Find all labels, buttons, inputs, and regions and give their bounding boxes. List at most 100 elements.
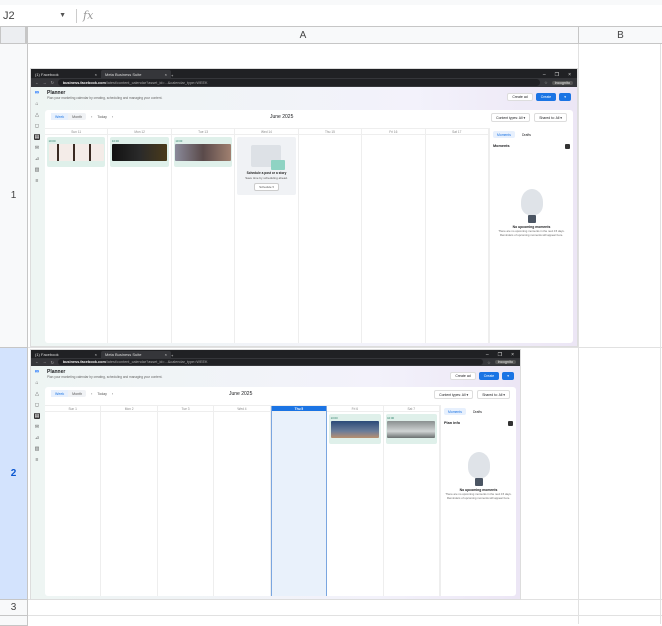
row-header-2[interactable]: 2 <box>0 348 28 600</box>
calendar-icon[interactable] <box>565 144 570 150</box>
browser-tab[interactable]: (1) Facebook × <box>31 351 101 358</box>
day-label: Mon 12 <box>108 129 171 136</box>
day-label: Fri 16 <box>362 129 425 136</box>
inbox-icon[interactable]: ✉ <box>35 145 39 151</box>
browser-tab-bar: (1) Facebook × Meta Business Suite × + – ❐ × <box>31 69 577 79</box>
row-header-4[interactable] <box>0 616 28 626</box>
chevron-down-icon[interactable]: ▼ <box>59 12 66 19</box>
content-type-filter[interactable]: Content types: All ▾ <box>491 113 531 123</box>
shared-to-filter[interactable]: Shared to: All ▾ <box>534 113 567 123</box>
posts-icon[interactable]: ◻ <box>35 402 39 408</box>
planner-icon[interactable]: ▤ <box>33 413 41 420</box>
next-icon[interactable]: › <box>112 392 113 396</box>
ads-icon[interactable]: ⊿ <box>35 156 39 162</box>
column-header-b[interactable]: B <box>578 26 662 44</box>
post-time: 10:00 <box>111 138 119 143</box>
menu-icon[interactable]: ≡ <box>36 178 39 184</box>
incognito-badge: Incognito <box>494 360 516 365</box>
tab-drafts[interactable]: Drafts <box>469 408 486 415</box>
create-button[interactable]: Create <box>535 93 557 101</box>
scheduled-post[interactable]: 10:00 <box>385 414 437 445</box>
reload-icon[interactable]: ↻ <box>51 360 54 365</box>
planner-icon[interactable]: ▤ <box>33 134 41 140</box>
calendar-icon[interactable] <box>508 421 513 427</box>
home-icon[interactable]: ⌂ <box>35 380 38 386</box>
ads-icon[interactable]: ⊿ <box>35 435 39 441</box>
insights-icon[interactable]: ▥ <box>35 167 40 173</box>
row-header-1[interactable]: 1 <box>0 44 28 348</box>
inbox-icon[interactable]: ✉ <box>35 424 39 430</box>
scheduled-post[interactable]: 10:00 <box>110 137 169 168</box>
forward-icon[interactable]: → <box>43 81 47 85</box>
embedded-screenshot-2[interactable]: (1) Facebook × Meta Business Suite × + – ❐ ×… <box>30 349 521 600</box>
tab-moments[interactable]: Moments <box>444 408 466 416</box>
back-icon[interactable]: ← <box>35 81 39 85</box>
url-field[interactable]: business.facebook.com/latest/content_cal… <box>57 359 484 366</box>
week-grid: Sun 11 10:00 Mon 12 10:00 Tue 13 10:00 W… <box>45 128 489 343</box>
select-all-corner[interactable] <box>0 26 28 44</box>
back-icon[interactable]: ← <box>35 360 39 364</box>
fx-icon: fx <box>83 9 94 22</box>
create-ad-button[interactable]: Create ad <box>450 372 476 381</box>
today-button[interactable]: Today <box>97 392 107 396</box>
create-dropdown-icon[interactable]: ▾ <box>502 372 514 381</box>
insights-icon[interactable]: ▥ <box>35 446 40 452</box>
close-icon[interactable]: × <box>165 72 167 77</box>
browser-tab-active[interactable]: Meta Business Suite × <box>101 350 171 359</box>
schedule-button[interactable]: Schedule ▾ <box>254 183 279 192</box>
calendar-card: Week Month ‹ Today › June 2025 Content type… <box>45 110 573 343</box>
day-column: Thu 15 <box>298 129 363 343</box>
month-button[interactable]: Month <box>68 390 86 397</box>
create-button[interactable]: Create <box>478 372 500 381</box>
reload-icon[interactable]: ↻ <box>51 80 54 85</box>
empty-subtitle: Save time by scheduling ahead. <box>245 176 288 181</box>
tab-drafts[interactable]: Drafts <box>518 131 535 138</box>
create-dropdown-icon[interactable]: ▾ <box>559 93 571 101</box>
moments-panel: Moments Drafts Plan info No upcoming mome… <box>440 405 516 596</box>
column-header-a[interactable]: A <box>28 26 578 44</box>
star-icon[interactable]: ☆ <box>544 80 547 85</box>
post-thumbnail <box>111 143 168 161</box>
prev-icon[interactable]: ‹ <box>91 115 92 119</box>
forward-icon[interactable]: → <box>43 360 47 364</box>
scheduled-post[interactable]: 10:00 <box>173 137 233 168</box>
row-header-3[interactable]: 3 <box>0 600 28 616</box>
notifications-icon[interactable]: △ <box>35 112 39 118</box>
week-button[interactable]: Week <box>51 113 69 121</box>
day-column: Sat 7 10:00 <box>383 406 440 596</box>
scheduled-post[interactable]: 10:00 <box>47 137 106 168</box>
content-type-filter[interactable]: Content types: All ▾ <box>434 390 474 400</box>
day-column: Tue 3 <box>157 406 215 596</box>
close-icon[interactable]: × <box>95 352 97 357</box>
no-moments-text: There are no upcoming moments in the nex… <box>498 229 565 238</box>
name-box[interactable]: J2 ▼ <box>0 10 70 22</box>
scheduled-post[interactable]: 10:00 <box>329 414 381 445</box>
page-subtitle: Plan your marketing calendar by creating… <box>47 96 163 100</box>
month-button[interactable]: Month <box>68 113 86 120</box>
lightbulb-icon <box>520 189 543 224</box>
create-ad-button[interactable]: Create ad <box>507 93 533 101</box>
today-button[interactable]: Today <box>97 115 107 119</box>
close-icon[interactable]: × <box>95 72 97 77</box>
embedded-screenshot-1[interactable]: (1) Facebook × Meta Business Suite × + – ❐ ×… <box>30 68 578 347</box>
row-divider <box>28 347 662 348</box>
next-icon[interactable]: › <box>112 115 113 119</box>
browser-tab-active[interactable]: Meta Business Suite × <box>101 69 171 79</box>
tab-moments[interactable]: Moments <box>493 131 515 139</box>
url-field[interactable]: business.facebook.com/latest/content_cal… <box>57 79 541 86</box>
shared-to-filter[interactable]: Shared to: All ▾ <box>477 390 510 400</box>
close-icon[interactable]: × <box>165 352 167 357</box>
menu-icon[interactable]: ≡ <box>36 457 39 463</box>
home-icon[interactable]: ⌂ <box>35 101 38 107</box>
day-label: Thu 15 <box>298 129 362 136</box>
star-icon[interactable]: ☆ <box>487 360 490 365</box>
prev-icon[interactable]: ‹ <box>91 392 92 396</box>
posts-icon[interactable]: ◻ <box>35 123 39 129</box>
left-nav: ∞ ⌂ △ ◻ ▤ ✉ ⊿ ▥ ≡ <box>31 366 43 599</box>
week-button[interactable]: Week <box>51 390 69 398</box>
notifications-icon[interactable]: △ <box>35 391 39 397</box>
view-toggle: Week Month <box>51 390 87 398</box>
post-thumbnail <box>387 420 436 438</box>
day-label: Sun 1 <box>45 406 101 413</box>
browser-tab[interactable]: (1) Facebook × <box>31 70 101 78</box>
